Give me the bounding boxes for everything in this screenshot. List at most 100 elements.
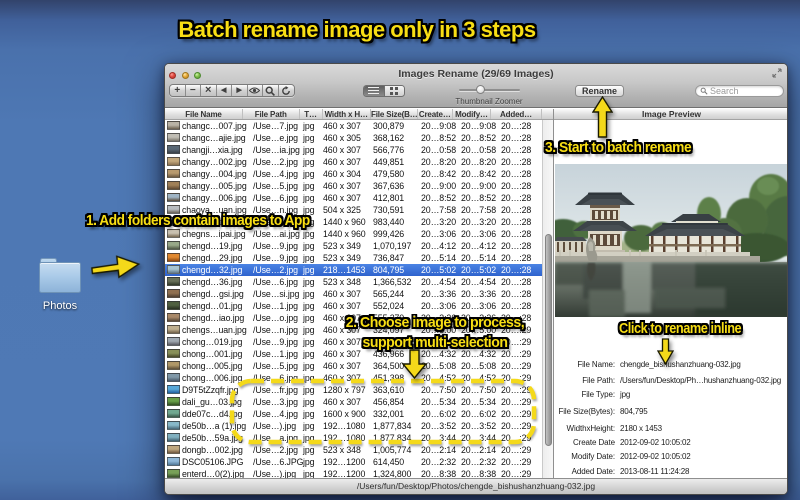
column-header-7[interactable]: Added… xyxy=(491,108,542,119)
cell-create: 20…4:54 xyxy=(421,276,457,287)
field-value[interactable]: chengde_bishushanzhuang-032.jpg xyxy=(620,360,741,369)
table-row[interactable]: changy…005.jpg/Use…5.jpg jpg 460 x 307 367,… xyxy=(165,179,553,192)
add-button[interactable]: + xyxy=(170,85,186,96)
table-row[interactable]: changji…xia.jpg/Use…ia.jpg jpg 460 x 307 56… xyxy=(165,143,553,156)
list-view-icon xyxy=(368,87,380,95)
table-row[interactable]: DSC05106.JPG/Use…6.JPG jpg 192…1200 614,450… xyxy=(165,455,553,468)
table-row[interactable]: changy…006.jpg/Use…6.jpg jpg 460 x 307 412,… xyxy=(165,191,553,204)
remove-button[interactable]: − xyxy=(185,85,201,96)
column-header-5[interactable]: Create… xyxy=(418,108,453,119)
table-row[interactable]: chengd…32.jpg/Use…2.jpg jpg 218…1453 804,79… xyxy=(165,263,553,276)
find-button[interactable] xyxy=(263,85,279,96)
table-row[interactable]: changy…004.jpg/Use…4.jpg jpg 460 x 304 479,… xyxy=(165,167,553,180)
table-row[interactable]: changc…007.jpg/Use…7.jpg jpg 460 x 307 300,… xyxy=(165,119,553,132)
cell-size: 412,801 xyxy=(373,192,405,203)
field-value: 2012-09-02 10:05:02 xyxy=(620,452,691,461)
cell-dims: 460 x 307 xyxy=(323,300,361,311)
vertical-scrollbar[interactable] xyxy=(542,119,553,480)
file-thumbnail xyxy=(167,253,180,262)
cell-added: 20…:28 xyxy=(501,168,532,179)
list-view-button[interactable] xyxy=(364,85,384,96)
cell-name: DSC05106.JPG xyxy=(182,456,244,467)
fullscreen-icon[interactable] xyxy=(772,68,782,78)
cell-dims: 460 x 307 xyxy=(323,144,361,155)
forward-button[interactable]: ▶ xyxy=(232,85,248,96)
cell-create: 20…3:06 xyxy=(421,300,457,311)
field-label: Added Date: xyxy=(571,466,615,476)
photos-folder-icon[interactable] xyxy=(39,258,81,294)
file-thumbnail xyxy=(167,349,180,358)
delete-button[interactable]: × xyxy=(201,85,217,96)
file-thumbnail xyxy=(167,121,180,130)
column-header-6[interactable]: Modify… xyxy=(453,108,491,119)
cell-added: 20…:28 xyxy=(501,264,532,275)
file-thumbnail xyxy=(167,445,180,454)
cell-type: jpg xyxy=(303,180,315,191)
image-preview-header: Image Preview xyxy=(554,108,787,120)
cell-name: changc…ajie.jpg xyxy=(182,132,246,143)
table-row[interactable]: chengd…36.jpg/Use…6.jpg jpg 523 x 348 1,366… xyxy=(165,275,553,288)
cell-dims: 1440 x 960 xyxy=(323,228,366,239)
step1-text: 1. Add folders contain images to App xyxy=(86,212,310,229)
field-label: File Name: xyxy=(577,359,615,369)
view-mode-segmented-control xyxy=(363,84,405,97)
cell-size: 449,851 xyxy=(373,156,405,167)
cell-dims: 523 x 349 xyxy=(323,240,361,251)
headline-text: Batch rename image only in 3 steps xyxy=(178,17,536,42)
column-header-1[interactable]: File Path xyxy=(243,108,300,119)
thumbnail-zoomer-label: Thumbnail Zoomer xyxy=(455,97,523,106)
cell-type: jpg xyxy=(303,276,315,287)
refresh-button[interactable] xyxy=(278,85,294,96)
back-button[interactable]: ◀ xyxy=(216,85,232,96)
table-row[interactable]: chengd…01.jpg/Use…1.jpg jpg 460 x 307 552,0… xyxy=(165,299,553,312)
cell-type: jpg xyxy=(303,132,315,143)
table-row[interactable]: chengd…29.jpg/Use…9.jpg jpg 523 x 349 736,8… xyxy=(165,251,553,264)
cell-path: /Use…si.jpg xyxy=(253,288,300,299)
search-field[interactable]: Search xyxy=(695,84,784,97)
cell-path: /Use…ai.jpg xyxy=(253,228,300,239)
column-header-3[interactable]: Width x H… xyxy=(323,108,371,119)
preview-panel: Image Preview File Name: chengde_bishush… xyxy=(553,108,787,480)
table-row[interactable]: changy…002.jpg/Use…2.jpg jpg 460 x 307 449,… xyxy=(165,155,553,168)
column-header-4[interactable]: File Size(B… xyxy=(371,108,418,119)
table-row[interactable]: dongb…002.jpg/Use…2.jpg jpg 523 x 348 1,005… xyxy=(165,443,553,456)
cell-path: /Use…2.jpg xyxy=(253,156,298,167)
cell-added: 20…:28 xyxy=(501,216,532,227)
field-value: 804,795 xyxy=(620,406,648,416)
slider-track xyxy=(459,89,520,91)
cell-dims: 1440 x 960 xyxy=(323,216,366,227)
info-field-row: File Path: /Users/fun/Desktop/Ph…hushanzh… xyxy=(554,376,787,387)
slider-knob[interactable] xyxy=(476,85,485,94)
cell-size: 1,366,532 xyxy=(373,276,412,287)
cell-dims: 460 x 307 xyxy=(323,192,361,203)
file-thumbnail xyxy=(167,193,180,202)
cell-name: chong…005.jpg xyxy=(182,360,243,371)
rename-button[interactable]: Rename xyxy=(575,85,624,97)
file-thumbnail xyxy=(167,409,180,418)
table-row[interactable]: changc…ajie.jpg/Use…e.jpg jpg 460 x 305 368… xyxy=(165,131,553,144)
preview-button[interactable] xyxy=(247,85,263,96)
table-row[interactable]: chengd…gsi.jpg/Use…si.jpg jpg 460 x 307 565… xyxy=(165,287,553,300)
column-header-2[interactable]: T… xyxy=(300,108,323,119)
cell-type: jpg xyxy=(303,456,315,467)
cell-create: 20…9:00 xyxy=(421,180,457,191)
arrow-down-to-filename-icon xyxy=(657,338,674,365)
cell-modify: 20…8:42 xyxy=(461,168,497,179)
table-row[interactable]: chong…005.jpg/Use…5.jpg jpg 460 x 307 364,5… xyxy=(165,359,553,372)
thumbnail-zoomer-slider[interactable] xyxy=(459,84,520,95)
inline-rename-tip-text: Click to rename inline xyxy=(619,321,742,337)
file-thumbnail xyxy=(167,397,180,406)
window-chrome[interactable]: Images Rename (29/69 Images) + − × ◀ ▶ Thumb… xyxy=(165,64,787,108)
column-header-0[interactable]: File Name xyxy=(165,108,243,119)
file-thumbnail xyxy=(167,181,180,190)
file-thumbnail xyxy=(167,169,180,178)
cell-name: changy…002.jpg xyxy=(182,156,247,167)
field-label: Create Date xyxy=(572,437,615,447)
info-field-row: Create Date 2012-09-02 10:05:02 xyxy=(554,437,787,449)
table-row[interactable]: chengd…19.jpg/Use…9.jpg jpg 523 x 349 1,070… xyxy=(165,239,553,252)
file-thumbnail xyxy=(167,301,180,310)
grid-view-button[interactable] xyxy=(383,85,404,96)
cell-dims: 192…1200 xyxy=(323,456,366,467)
cell-size: 566,776 xyxy=(373,144,405,155)
table-row[interactable]: chegns…ipai.jpg/Use…ai.jpg jpg 1440 x 960 9… xyxy=(165,227,553,240)
